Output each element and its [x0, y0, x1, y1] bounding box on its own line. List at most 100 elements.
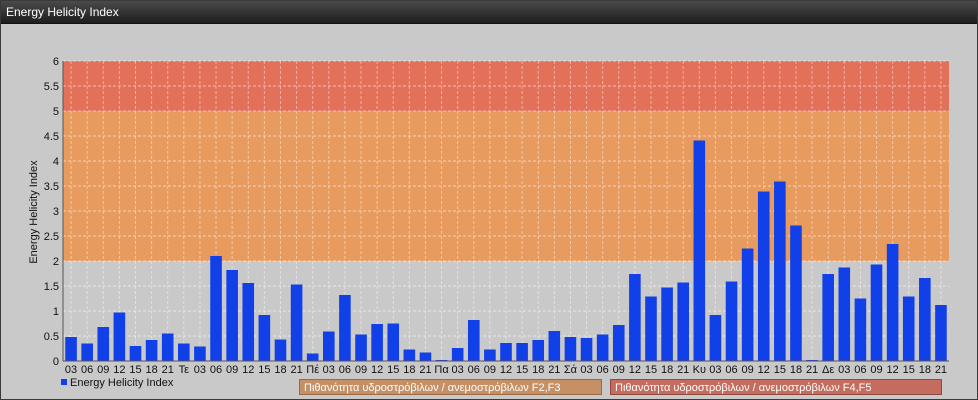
- x-tick-label: 18: [145, 364, 157, 374]
- bar: [226, 270, 238, 361]
- y-axis: 0 0.5 1 1.5 2 2.5 3 3.5 4 4.5 5 5.5 6: [44, 56, 64, 368]
- bar: [242, 283, 255, 361]
- bar: [822, 274, 834, 361]
- x-tick-label: 21: [548, 364, 560, 374]
- bar: [419, 352, 432, 361]
- x-tick-label: 12: [758, 364, 770, 374]
- x-tick-label: 12: [371, 364, 383, 374]
- bar: [81, 343, 93, 361]
- bar: [403, 349, 416, 361]
- bar: [306, 353, 319, 361]
- x-tick-label: 12: [242, 364, 254, 374]
- x-tick-label: 21: [677, 364, 689, 374]
- x-tick-label: 03: [323, 364, 335, 374]
- bar-chart: 0 0.5 1 1.5 2 2.5 3 3.5 4 4.5 5 5.5 6 03 06 09 12 15 18 21…: [28, 56, 949, 374]
- x-tick-label: 06: [468, 364, 480, 374]
- x-tick-label: 06: [81, 364, 93, 374]
- bar: [274, 339, 287, 361]
- x-tick-label: Δε: [822, 364, 834, 374]
- bar: [500, 343, 512, 361]
- x-axis: 03 06 09 12 15 18 21 Τε 03 06 09 12 15 18 21 Πέ 03 06 09 12…: [63, 360, 949, 374]
- title-bar: Energy Helicity Index: [1, 1, 977, 24]
- bar: [725, 281, 738, 361]
- x-tick-label: Σά: [564, 364, 578, 374]
- bar: [371, 324, 383, 361]
- bar: [387, 323, 400, 361]
- x-tick-label: Πέ: [306, 364, 319, 374]
- x-tick-label: 18: [532, 364, 544, 374]
- bar: [596, 334, 609, 361]
- legend-swatch: [61, 379, 67, 385]
- x-tick-label: Κυ: [693, 364, 706, 374]
- x-tick-label: 09: [97, 364, 109, 374]
- bar: [645, 296, 657, 361]
- x-tick-label: 18: [403, 364, 415, 374]
- bar: [145, 340, 158, 361]
- x-tick-label: 09: [355, 364, 367, 374]
- band-label-f4-f5: Πιθανότητα υδροστρόβιλων / ανεμοστρόβιλω…: [610, 379, 942, 395]
- bar: [323, 331, 335, 361]
- bar: [757, 191, 770, 361]
- bar: [532, 340, 545, 361]
- y-tick-label: 5.5: [44, 81, 59, 93]
- y-tick-label: 0: [53, 356, 59, 368]
- x-tick-label: 15: [129, 364, 141, 374]
- x-tick-label: 06: [339, 364, 351, 374]
- bar: [129, 346, 142, 361]
- x-tick-label: 09: [613, 364, 625, 374]
- x-tick-label: 15: [774, 364, 786, 374]
- x-tick-label: 09: [742, 364, 754, 374]
- x-tick-label: 09: [484, 364, 496, 374]
- bar: [355, 334, 367, 361]
- x-tick-label: 21: [162, 364, 174, 374]
- bar: [709, 315, 722, 361]
- bar: [902, 296, 915, 361]
- chart-title: Energy Helicity Index: [6, 5, 119, 19]
- bar: [194, 346, 206, 361]
- x-tick-label: 15: [645, 364, 657, 374]
- y-tick-label: 6: [53, 56, 59, 68]
- x-tick-label: 15: [258, 364, 270, 374]
- y-tick-label: 4.5: [44, 131, 59, 143]
- bar: [97, 327, 110, 361]
- x-tick-label: 18: [919, 364, 931, 374]
- x-tick-label: 09: [870, 364, 882, 374]
- bar: [564, 337, 577, 361]
- bar: [548, 331, 561, 361]
- bar: [838, 267, 851, 361]
- bar: [290, 284, 303, 361]
- y-tick-label: 3.5: [44, 181, 59, 193]
- y-tick-label: 4: [53, 156, 59, 168]
- y-tick-label: 5: [53, 106, 59, 118]
- x-tick-label: 21: [419, 364, 431, 374]
- x-tick-label: 03: [452, 364, 464, 374]
- x-tick-label: 15: [387, 364, 399, 374]
- chart-panel: Energy Helicity Index 0 0.5 1 1.5 2 2.5 3 3.5 4 4…: [0, 0, 978, 400]
- bar: [854, 298, 867, 361]
- bar: [65, 337, 77, 361]
- x-tick-label: Τε: [179, 364, 190, 374]
- y-tick-label: 0.5: [44, 331, 59, 343]
- x-tick-label: Πα: [434, 364, 449, 374]
- bar: [161, 333, 174, 361]
- x-tick-label: 06: [597, 364, 609, 374]
- bar: [467, 320, 480, 361]
- x-tick-label: 03: [65, 364, 77, 374]
- bar: [693, 140, 706, 361]
- bar: [661, 287, 673, 361]
- band-label-f2-f3: Πιθανότητα υδροστρόβιλων / ανεμοστρόβιλω…: [299, 379, 602, 395]
- bar: [774, 181, 786, 361]
- x-tick-label: 18: [790, 364, 802, 374]
- bar: [886, 244, 899, 361]
- x-tick-label: 03: [838, 364, 850, 374]
- x-tick-label: 15: [903, 364, 915, 374]
- x-tick-label: 18: [661, 364, 673, 374]
- x-tick-label: 03: [709, 364, 721, 374]
- y-tick-label: 3: [53, 206, 59, 218]
- bar: [935, 305, 947, 361]
- bar: [741, 248, 754, 361]
- bar: [790, 225, 802, 361]
- legend-label: Energy Helicity Index: [70, 377, 174, 389]
- x-tick-label: 15: [516, 364, 528, 374]
- x-tick-label: 12: [629, 364, 641, 374]
